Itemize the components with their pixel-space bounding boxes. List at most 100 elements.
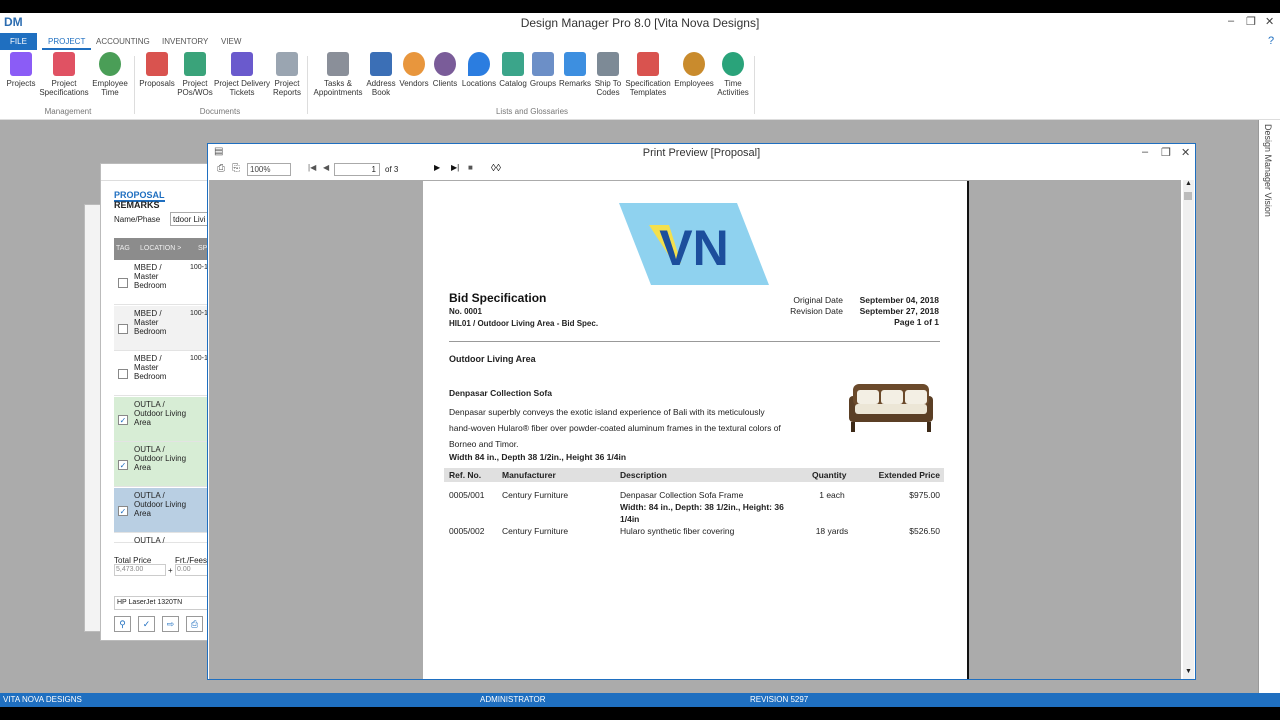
restore-button[interactable]: ❐: [1246, 15, 1256, 28]
scroll-down-icon[interactable]: ▼: [1185, 668, 1192, 675]
projects-icon: [10, 52, 32, 76]
design-manager-vision-panel[interactable]: Design Manager Vision: [1258, 120, 1280, 693]
col-extended-price: Extended Price: [878, 470, 940, 480]
group-label-documents: Documents: [199, 107, 241, 116]
logo-text: VN: [659, 220, 728, 276]
address-book-button[interactable]: Address Book: [366, 52, 396, 97]
ref-no: 0005/002: [449, 526, 485, 536]
item-description: Denpasar superbly conveys the exotic isl…: [449, 407, 781, 449]
description-dims-cont: 1/4in: [620, 514, 640, 524]
extended-price: $975.00: [909, 490, 940, 500]
project-specifications-button[interactable]: Project Specifications: [38, 52, 90, 97]
row-checkbox[interactable]: [118, 323, 128, 334]
help-icon[interactable]: ?: [1262, 33, 1280, 50]
clients-button[interactable]: Clients: [431, 52, 459, 88]
group-label-lists: Lists and Glossaries: [495, 107, 569, 116]
name-phase-label: Name/Phase: [114, 215, 161, 224]
ribbon: Projects Project Specifications Employee…: [0, 50, 1280, 120]
table-row: 0005/001 Century Furniture Denpasar Coll…: [444, 488, 944, 524]
vendors-button[interactable]: Vendors: [398, 52, 430, 88]
report-icon: [276, 52, 298, 76]
row-checkbox[interactable]: ✓: [118, 460, 128, 470]
last-page-icon[interactable]: ▶|: [451, 163, 459, 172]
time-activities-button[interactable]: Time Activities: [715, 52, 751, 97]
group-separator: [754, 56, 755, 114]
tab-file[interactable]: FILE: [0, 33, 37, 50]
next-page-icon[interactable]: ▶: [434, 163, 440, 172]
title-bar: DM Design Manager Pro 8.0 [Vita Nova Des…: [0, 13, 1280, 33]
manufacturer: Century Furniture: [502, 526, 569, 536]
original-date-label: Original Date: [793, 295, 843, 305]
groups-button[interactable]: Groups: [529, 52, 557, 88]
export-icon[interactable]: ⇨: [162, 616, 179, 632]
group-separator: [134, 56, 135, 114]
stop-icon[interactable]: ■: [468, 163, 473, 172]
col-ref-no: Ref. No.: [449, 470, 482, 480]
address-book-icon: [370, 52, 392, 76]
row-location: MBED / Master Bedroom: [134, 354, 167, 381]
print-preview-window[interactable]: ▤ Print Preview [Proposal] – ❐ ✕ ⎙ ⎘ 100…: [207, 143, 1196, 680]
delivery-tickets-button[interactable]: Project Delivery Tickets: [213, 52, 271, 97]
pv-minimize-button[interactable]: –: [1142, 146, 1148, 158]
employee-icon: [683, 52, 705, 76]
project-pos-button[interactable]: Project POs/WOs: [177, 52, 213, 97]
client-icon: [434, 52, 456, 76]
pv-close-button[interactable]: ✕: [1181, 146, 1190, 159]
description-dims: Width: 84 in., Depth: 38 1/2in., Height:…: [620, 502, 784, 512]
col-tag[interactable]: TAG: [116, 245, 130, 252]
project-reports-button[interactable]: Project Reports: [271, 52, 303, 97]
find-binoculars-icon[interactable]: ◊◊: [491, 163, 501, 174]
projects-button[interactable]: Projects: [4, 52, 38, 88]
print-icon[interactable]: ⎙: [186, 616, 203, 632]
zoom-select[interactable]: 100%: [247, 163, 291, 176]
document-page: VN Bid Specification No. 0001 HIL01 / Ou…: [423, 181, 969, 679]
print-preview-title: Print Preview [Proposal]: [642, 147, 761, 159]
employees-button[interactable]: Employees: [673, 52, 715, 88]
employee-time-button[interactable]: Employee Time: [90, 52, 130, 97]
tab-accounting[interactable]: ACCOUNTING: [90, 33, 156, 50]
document-number: No. 0001: [449, 307, 482, 316]
locations-button[interactable]: Locations: [461, 52, 497, 88]
plus-sign: +: [168, 566, 173, 575]
sofa-icon: [53, 52, 75, 76]
print-icon[interactable]: ⎙: [217, 163, 225, 174]
catalog-button[interactable]: Catalog: [498, 52, 528, 88]
page-count: of 3: [385, 165, 399, 174]
total-price-field[interactable]: 5,473.00: [114, 564, 166, 576]
tab-remarks[interactable]: REMARKS: [114, 200, 160, 210]
proposals-button[interactable]: Proposals: [137, 52, 177, 88]
first-page-icon[interactable]: |◀: [308, 163, 316, 172]
scroll-up-icon[interactable]: ▲: [1185, 180, 1192, 187]
check-icon[interactable]: ✓: [138, 616, 155, 632]
tab-view[interactable]: VIEW: [215, 33, 247, 50]
row-checkbox[interactable]: ✓: [118, 505, 128, 516]
tasks-appointments-button[interactable]: Tasks & Appointments: [310, 52, 366, 97]
vendor-icon: [403, 52, 425, 76]
pv-restore-button[interactable]: ❐: [1161, 146, 1171, 159]
proposal-window[interactable]: PROPOSAL REMARKS Name/Phase tdoor Livi T…: [100, 163, 230, 641]
proposal-icon: [146, 52, 168, 76]
ship-to-codes-button[interactable]: Ship To Codes: [592, 52, 624, 97]
ref-no: 0005/001: [449, 490, 485, 500]
minimize-button[interactable]: –: [1228, 15, 1234, 27]
col-location[interactable]: LOCATION >: [140, 245, 181, 252]
tab-project[interactable]: PROJECT: [42, 33, 92, 50]
specification-templates-button[interactable]: Specification Templates: [624, 52, 672, 97]
prev-page-icon[interactable]: ◀: [323, 163, 329, 172]
row-checkbox[interactable]: ✓: [118, 414, 128, 425]
calendar-icon: [327, 52, 349, 76]
clock-icon: [99, 52, 121, 76]
tab-inventory[interactable]: INVENTORY: [156, 33, 214, 50]
close-button[interactable]: ✕: [1265, 15, 1274, 28]
quick-print-icon[interactable]: ⎘: [232, 163, 240, 174]
scroll-thumb[interactable]: [1184, 192, 1192, 200]
purchase-order-icon: [184, 52, 206, 76]
preview-scrollbar[interactable]: ▲ ▼: [1183, 180, 1194, 679]
remarks-button[interactable]: Remarks: [558, 52, 592, 88]
row-checkbox[interactable]: [118, 278, 128, 288]
groups-icon: [532, 52, 554, 76]
page-number-input[interactable]: 1: [334, 163, 380, 176]
row-checkbox[interactable]: [118, 369, 128, 379]
table-header: Ref. No. Manufacturer Description Quanti…: [444, 468, 944, 482]
preview-icon[interactable]: ⚲: [114, 616, 131, 632]
